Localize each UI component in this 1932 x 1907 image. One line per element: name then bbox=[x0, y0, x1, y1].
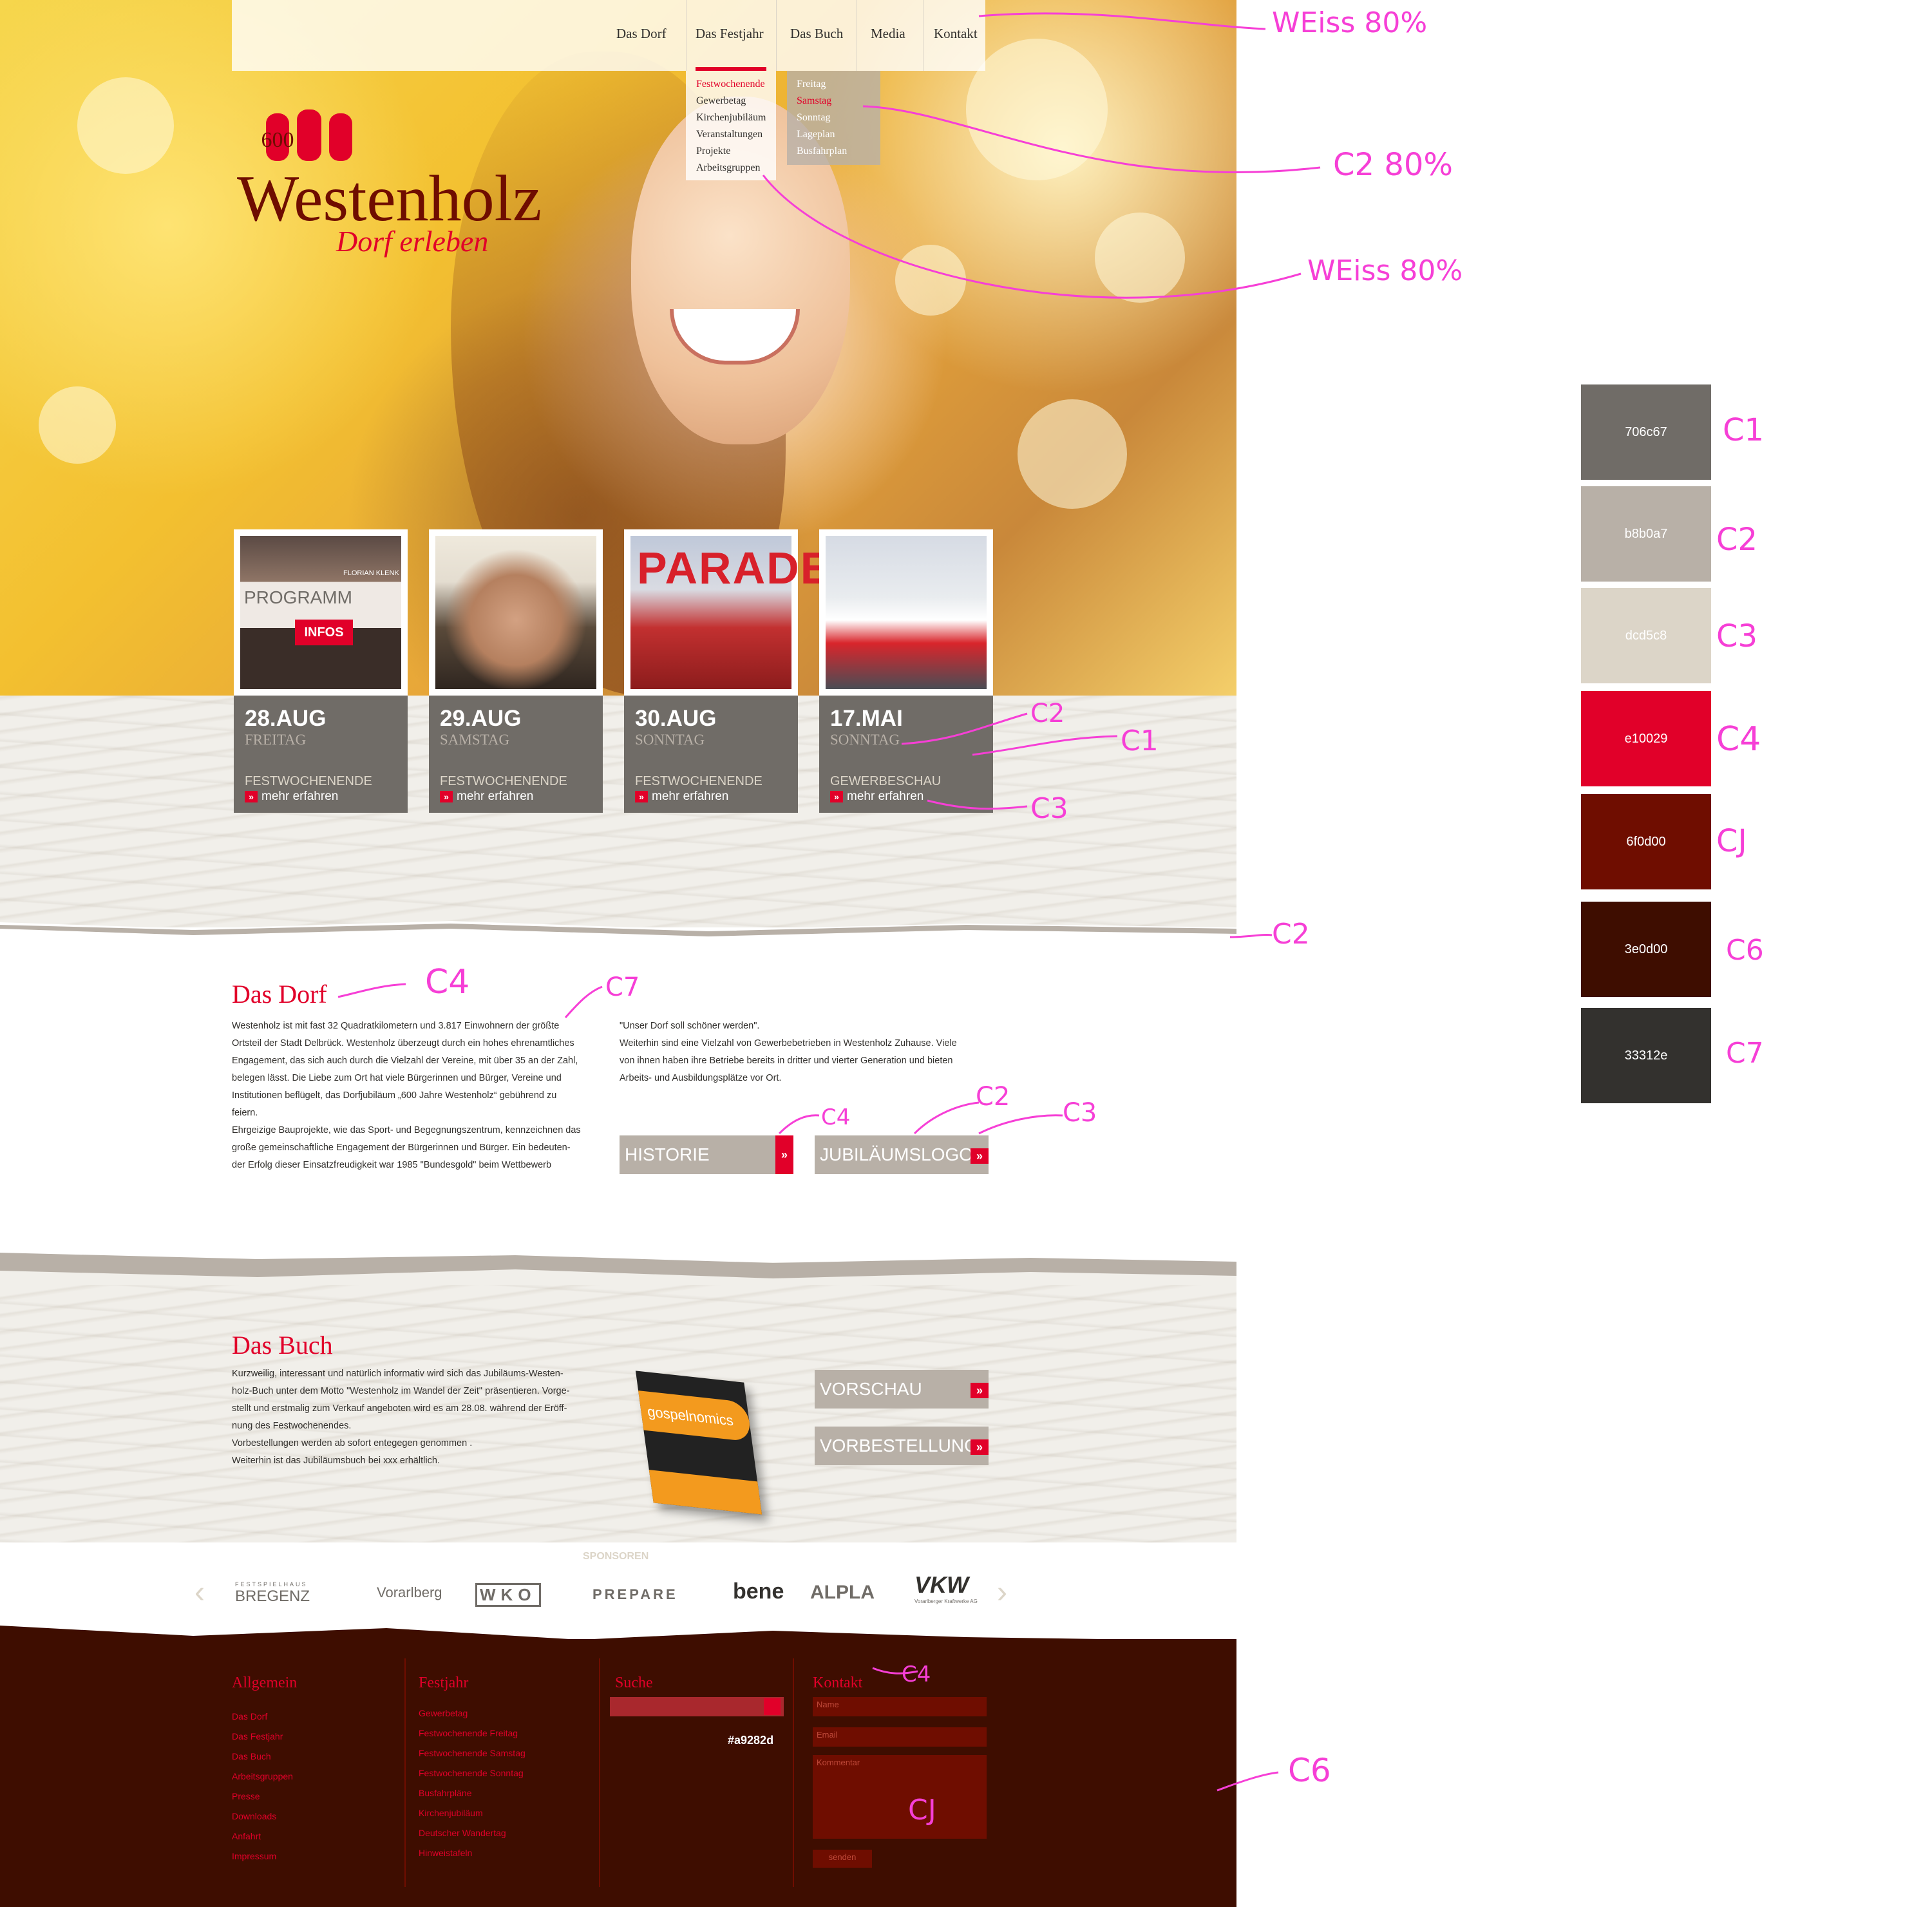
annotation-c4-footer: C4 bbox=[902, 1662, 931, 1687]
annotation-c2-btn: C2 bbox=[976, 1082, 1010, 1112]
annotation-c2-80: C2 80% bbox=[1333, 147, 1453, 183]
swatch-label: C6 bbox=[1726, 934, 1764, 967]
swatch-label: CJ bbox=[1716, 823, 1747, 859]
swatch-label: C7 bbox=[1726, 1037, 1764, 1070]
swatch-label: C2 bbox=[1716, 522, 1758, 558]
annotation-c4-dorf: C4 bbox=[425, 963, 470, 1001]
swatch-label: C1 bbox=[1723, 412, 1765, 448]
color-swatch-c2: b8b0a7 bbox=[1581, 486, 1711, 582]
annotation-lines bbox=[337, 12, 1321, 1792]
annotation-c3-tile: C3 bbox=[1030, 792, 1068, 825]
annotation-c4-btn: C4 bbox=[821, 1105, 851, 1130]
swatch-label: C3 bbox=[1716, 618, 1758, 654]
footer-link[interactable]: Deutscher Wandertag bbox=[419, 1828, 506, 1838]
color-swatch-c4: e10029 bbox=[1581, 691, 1711, 786]
annotation-c5-field: CJ bbox=[908, 1794, 936, 1826]
annotation-c2-tile: C2 bbox=[1030, 699, 1065, 728]
annotation-c1-tile: C1 bbox=[1121, 725, 1159, 757]
annotation-c2-wave: C2 bbox=[1272, 918, 1310, 951]
color-swatch-c1: 706c67 bbox=[1581, 384, 1711, 480]
swatch-label: C4 bbox=[1716, 720, 1761, 759]
footer-link[interactable]: Kirchenjubiläum bbox=[419, 1808, 483, 1818]
annotation-weiss-sub: WEiss 80% bbox=[1307, 254, 1463, 287]
color-swatch-c3: dcd5c8 bbox=[1581, 588, 1711, 683]
send-button[interactable]: senden bbox=[813, 1850, 872, 1868]
footer-link[interactable]: Downloads bbox=[232, 1811, 276, 1821]
color-swatch-c7: 33312e bbox=[1581, 1008, 1711, 1103]
color-swatch-c6: 3e0d00 bbox=[1581, 902, 1711, 997]
annotation-c3-btn: C3 bbox=[1063, 1098, 1097, 1128]
footer-link[interactable]: Impressum bbox=[232, 1851, 276, 1861]
annotation-weiss-top: WEiss 80% bbox=[1272, 6, 1428, 39]
annotation-c7-text: C7 bbox=[605, 972, 640, 1002]
footer-link[interactable]: Anfahrt bbox=[232, 1831, 261, 1841]
footer-link[interactable]: Hinweistafeln bbox=[419, 1848, 472, 1858]
annotation-c6-footer: C6 bbox=[1288, 1752, 1331, 1789]
color-swatch-c5: 6f0d00 bbox=[1581, 794, 1711, 889]
